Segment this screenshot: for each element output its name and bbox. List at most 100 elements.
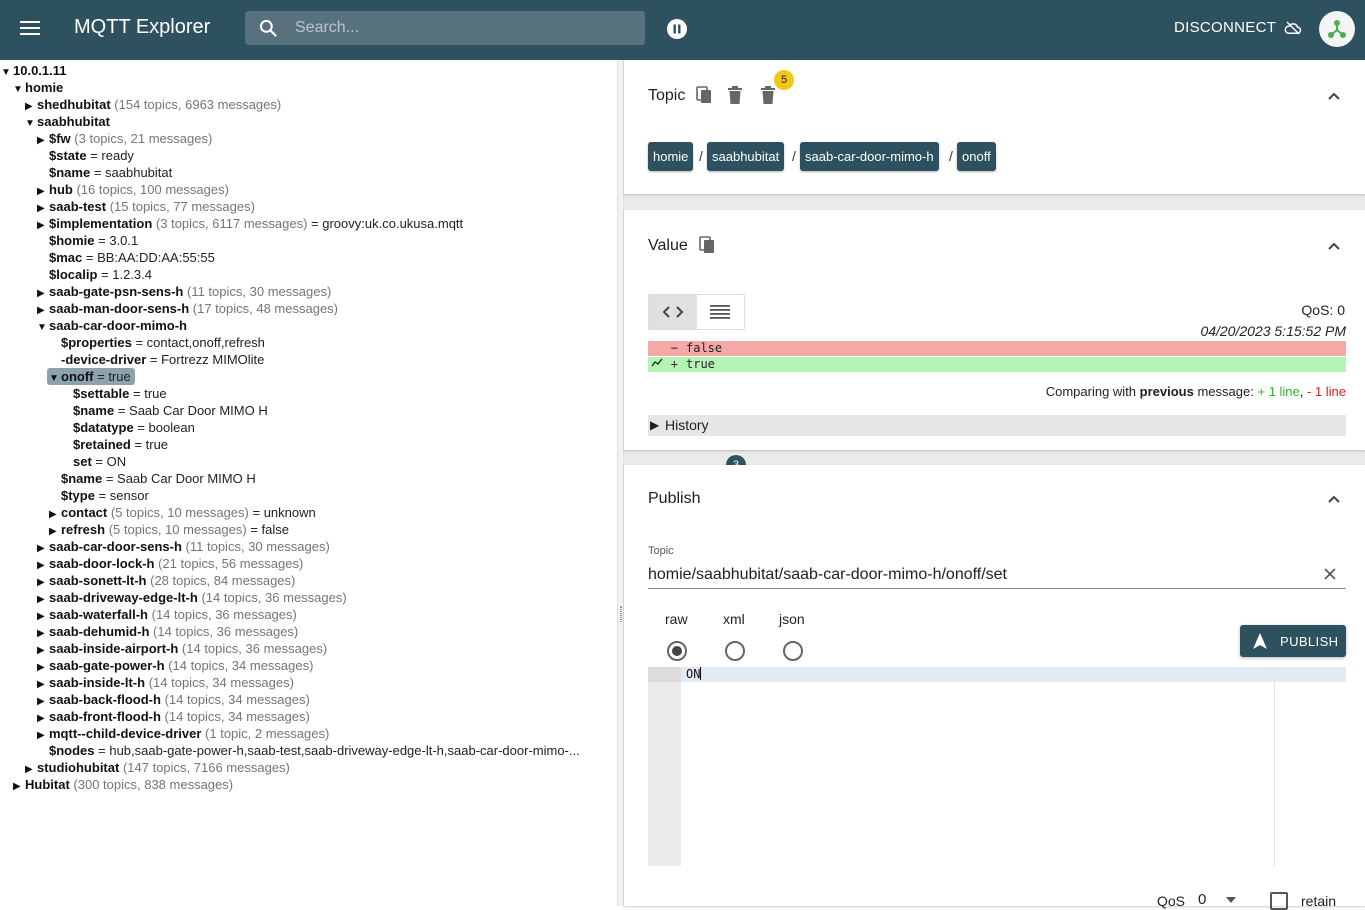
tree-node[interactable]: ▶ Hubitat (300 topics, 838 messages) (13, 776, 233, 793)
tree-node-value: = Fortrezz MIMOlite (149, 352, 265, 367)
tree-node[interactable]: $name = Saab Car Door MIMO H (49, 470, 256, 487)
message-timestamp: 04/20/2023 5:15:52 PM (1200, 323, 1346, 339)
tree-node[interactable]: ▶ saab-inside-airport-h (14 topics, 36 me… (37, 640, 327, 657)
editor-active-line (681, 667, 1346, 682)
publish-button[interactable]: PUBLISH (1240, 625, 1346, 657)
copy-value-icon[interactable] (699, 236, 716, 255)
tree-node[interactable]: ▶ saab-back-flood-h (14 topics, 34 messag… (37, 691, 310, 708)
tree-node[interactable]: ▶ saab-dehumid-h (14 topics, 36 messages) (37, 623, 298, 640)
tree-node[interactable]: ▶ saab-waterfall-h (14 topics, 36 message… (37, 606, 297, 623)
tree-node[interactable]: $localip = 1.2.3.4 (37, 266, 152, 283)
tree-node[interactable]: ▼ 10.0.1.11 (1, 62, 67, 79)
tree-node[interactable]: ▶ saab-test (15 topics, 77 messages) (37, 198, 255, 215)
tree-node[interactable]: set = ON (61, 453, 126, 470)
disconnect-button[interactable]: DISCONNECT (1174, 19, 1302, 36)
chevron-up-icon[interactable] (1327, 239, 1341, 253)
payload-editor[interactable]: ON (648, 667, 1346, 866)
tree-node[interactable]: $properties = contact,onoff,refresh (49, 334, 265, 351)
tree-node[interactable]: $settable = true (61, 385, 167, 402)
tree-node[interactable]: $type = sensor (49, 487, 149, 504)
code-view-button[interactable] (649, 295, 697, 329)
tree-node[interactable]: $homie = 3.0.1 (37, 232, 138, 249)
tree-node-meta: (11 topics, 30 messages) (187, 284, 332, 299)
chevron-up-icon[interactable] (1327, 492, 1341, 506)
tree-node[interactable]: ▶ refresh (5 topics, 10 messages) = false (49, 521, 289, 538)
breadcrumb-item[interactable]: saab-car-door-mimo-h (800, 142, 939, 171)
editor-print-margin (1274, 667, 1275, 866)
raw-view-button[interactable] (697, 295, 745, 329)
splitter-grip[interactable] (620, 606, 622, 622)
tree-node[interactable]: ▼ homie (13, 79, 63, 96)
chevron-up-icon[interactable] (1327, 89, 1341, 103)
caret-down-icon[interactable] (1226, 897, 1236, 903)
expanded-arrow-icon[interactable]: ▼ (13, 81, 25, 98)
tree-node-meta: (14 topics, 34 messages) (164, 709, 310, 724)
tree-node[interactable]: ▶ saab-inside-lt-h (14 topics, 34 message… (37, 674, 294, 691)
tree-node[interactable]: $state = ready (37, 147, 134, 164)
tree-node-key: saab-front-flood-h (49, 709, 161, 724)
tree-node[interactable]: ▶ $fw (3 topics, 21 messages) (37, 130, 212, 147)
tree-node-key: saab-back-flood-h (49, 692, 161, 707)
history-expander[interactable]: ▶ History (648, 415, 1346, 436)
topic-tree[interactable]: ▼ 10.0.1.11 ▼ homie ▶ shedhubitat (154 topics… (0, 60, 617, 906)
expanded-arrow-icon[interactable]: ▼ (37, 319, 49, 336)
tree-node[interactable]: ▶ contact (5 topics, 10 messages) = unkno… (49, 504, 316, 521)
pane-splitter[interactable] (617, 60, 624, 906)
pause-icon[interactable] (666, 18, 688, 40)
delete-icon[interactable] (727, 86, 743, 105)
tree-node[interactable]: $nodes = hub,saab-gate-power-h,saab-test… (37, 742, 580, 759)
tree-node[interactable]: $name = Saab Car Door MIMO H (61, 402, 268, 419)
tree-node[interactable]: ▼ saabhubitat (25, 113, 110, 130)
expanded-arrow-icon[interactable]: ▼ (49, 370, 61, 387)
compare-sep: , (1299, 384, 1307, 399)
copy-icon[interactable] (696, 86, 713, 105)
tree-node[interactable]: $datatype = boolean (61, 419, 195, 436)
tree-node[interactable]: $retained = true (61, 436, 168, 453)
tree-node-value: = hub,saab-gate-power-h,saab-test,saab-d… (98, 743, 580, 758)
tree-node[interactable]: ▼ saab-car-door-mimo-h (37, 317, 187, 334)
tree-node[interactable]: ▶ saab-gate-power-h (14 topics, 34 messag… (37, 657, 313, 674)
format-radio-raw[interactable] (667, 641, 687, 661)
publish-topic-input[interactable] (648, 561, 1346, 589)
breadcrumb-item[interactable]: saabhubitat (707, 142, 785, 171)
tree-node[interactable]: ▶ saab-man-door-sens-h (17 topics, 48 mes… (37, 300, 338, 317)
tree-node-meta: (14 topics, 34 messages) (164, 692, 310, 707)
breadcrumb-item[interactable]: homie (648, 142, 694, 171)
delete-recursive-icon[interactable] (760, 86, 776, 105)
tree-node[interactable]: ▶ saab-gate-psn-sens-h (11 topics, 30 mes… (37, 283, 331, 300)
tree-node[interactable]: ▶ mqtt--child-device-driver (1 topic, 2 m… (37, 725, 329, 742)
editor-text[interactable]: ON (686, 667, 702, 682)
tree-node[interactable]: ▶ saab-sonett-lt-h (28 topics, 84 message… (37, 572, 295, 589)
tree-node-value: = Saab Car Door MIMO H (117, 403, 268, 418)
connection-avatar[interactable] (1319, 11, 1355, 47)
tree-node[interactable]: ▶ saab-driveway-edge-lt-h (14 topics, 36 … (37, 589, 347, 606)
format-radio-json[interactable] (783, 641, 803, 661)
tree-node-meta: (1 topic, 2 messages) (205, 726, 330, 741)
expanded-arrow-icon[interactable]: ▼ (25, 115, 37, 132)
tree-node[interactable]: ▶ shedhubitat (154 topics, 6963 messages) (25, 96, 281, 113)
close-icon[interactable] (1324, 568, 1336, 580)
tree-node[interactable]: -device-driver = Fortrezz MIMOlite (49, 351, 264, 368)
format-radio-xml[interactable] (725, 641, 745, 661)
tree-node[interactable]: ▶ saab-front-flood-h (14 topics, 34 messa… (37, 708, 310, 725)
collapsed-arrow-icon[interactable]: ▶ (13, 778, 25, 795)
tree-node-key: saab-gate-power-h (49, 658, 165, 673)
tree-node[interactable]: ▶ saab-car-door-sens-h (11 topics, 30 mes… (37, 538, 330, 555)
tree-node[interactable]: $name = saabhubitat (37, 164, 172, 181)
tree-node-key: saab-waterfall-h (49, 607, 148, 622)
search-box[interactable] (245, 11, 645, 45)
tree-node[interactable]: ▶ saab-door-lock-h (21 topics, 56 message… (37, 555, 303, 572)
search-input[interactable] (293, 11, 633, 45)
menu-icon[interactable] (20, 18, 40, 38)
breadcrumb-item[interactable]: onoff (957, 142, 996, 171)
tree-node[interactable]: ▶ studiohubitat (147 topics, 7166 message… (25, 759, 290, 776)
publish-qos-select[interactable]: 0 (1198, 891, 1206, 908)
tree-node-selected[interactable]: ▼ onoff = true (47, 368, 135, 385)
expanded-arrow-icon[interactable]: ▼ (1, 64, 13, 81)
tree-node-key: saab-test (49, 199, 107, 214)
tree-node[interactable]: ▶ $implementation (3 topics, 6117 message… (37, 215, 463, 232)
tree-node[interactable]: ▶ hub (16 topics, 100 messages) (37, 181, 229, 198)
retain-checkbox[interactable] (1270, 892, 1288, 910)
tree-node[interactable]: $mac = BB:AA:DD:AA:55:55 (37, 249, 215, 266)
tree-node-key: saab-sonett-lt-h (49, 573, 147, 588)
